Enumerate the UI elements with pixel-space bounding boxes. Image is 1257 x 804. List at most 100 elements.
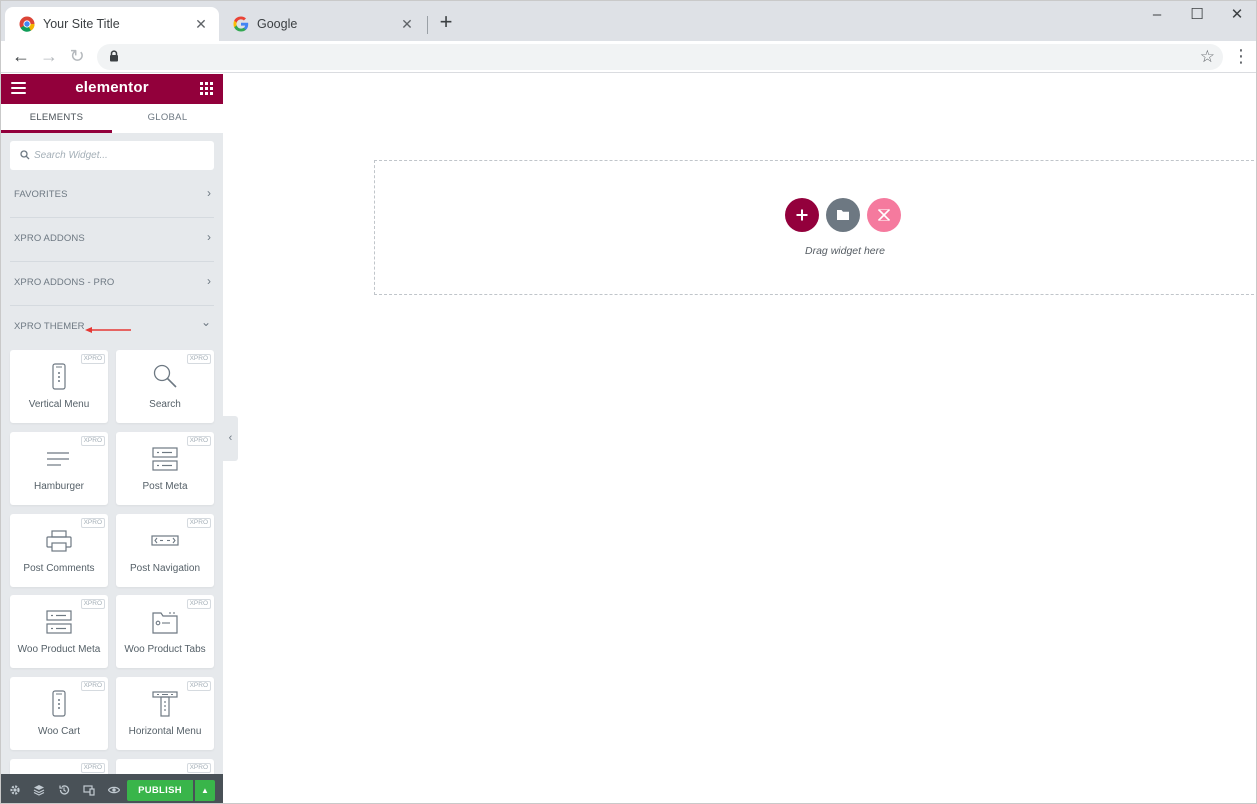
xpro-badge: XPRO (80, 763, 105, 773)
settings-gear-icon[interactable] (9, 784, 21, 796)
browser-toolbar: ← → ↻ ☆ ⋮ (1, 41, 1256, 73)
widget-label: Post Meta (142, 481, 188, 492)
tab-global[interactable]: GLOBAL (112, 104, 223, 133)
phone-icon (52, 690, 66, 717)
widget-post-meta[interactable]: XPRO Post Meta (116, 432, 214, 505)
responsive-mode-icon[interactable] (83, 784, 95, 796)
folder-tabs-icon (152, 612, 178, 634)
preview-eye-icon[interactable] (108, 784, 120, 796)
widget-search[interactable]: XPRO Search (116, 350, 214, 423)
forward-button[interactable]: → (38, 46, 60, 68)
add-template-button[interactable] (826, 198, 860, 232)
widget-post-navigation[interactable]: XPRO Post Navigation (116, 514, 214, 587)
add-section-button[interactable] (785, 198, 819, 232)
horizontal-menu-icon (152, 691, 178, 717)
tab-close-icon[interactable]: ✕ (399, 16, 415, 33)
minimize-button[interactable]: – (1137, 5, 1177, 27)
widget-label: Post Comments (23, 563, 95, 574)
address-bar[interactable]: ☆ (97, 44, 1223, 70)
bookmark-star-icon[interactable]: ☆ (1200, 46, 1215, 68)
widget-woo-product-tabs[interactable]: XPRO Woo Product Tabs (116, 595, 214, 668)
widget-hamburger[interactable]: XPRO Hamburger (10, 432, 108, 505)
xpro-badge: XPRO (80, 354, 105, 364)
widget-label: Vertical Menu (28, 399, 90, 410)
xpro-badge: XPRO (186, 518, 211, 528)
chevron-right-icon: › (207, 274, 211, 288)
history-icon[interactable] (58, 784, 70, 796)
xpro-badge: XPRO (186, 436, 211, 446)
navigation-icon (151, 535, 179, 546)
widget-vertical-menu[interactable]: XPRO Vertical Menu (10, 350, 108, 423)
publish-options-caret-icon[interactable]: ▲ (195, 780, 215, 801)
xpro-badge: XPRO (80, 681, 105, 691)
widget-label: Hamburger (33, 481, 85, 492)
browser-menu-icon[interactable]: ⋮ (1232, 46, 1250, 68)
panel-header: elementor (1, 74, 223, 104)
drag-widget-hint: Drag widget here (805, 245, 885, 257)
xpro-badge: XPRO (186, 354, 211, 364)
elementor-panel: elementor ELEMENTS GLOBAL FAVORITES › XP… (1, 74, 223, 803)
widget-label: Woo Product Meta (17, 644, 101, 655)
chevron-right-icon: › (207, 186, 211, 200)
layers-icon[interactable] (33, 784, 45, 796)
xpro-badge: XPRO (80, 518, 105, 528)
category-xpro-addons[interactable]: XPRO ADDONS › (1, 217, 223, 261)
tab-separator (427, 16, 428, 34)
widget-search (10, 141, 214, 170)
xpro-badge: XPRO (80, 436, 105, 446)
widget-woo-cart[interactable]: XPRO Woo Cart (10, 677, 108, 750)
search-widget-input[interactable] (34, 141, 204, 170)
post-meta-icon (152, 447, 178, 471)
category-label: XPRO ADDONS (14, 233, 85, 244)
plus-icon (796, 209, 808, 221)
widget-dropzone[interactable]: Drag widget here (374, 160, 1256, 295)
xpro-badge: XPRO (80, 599, 105, 609)
tab-title: Your Site Title (43, 17, 120, 31)
category-label: XPRO ADDONS - PRO (14, 277, 115, 288)
back-button[interactable]: ← (10, 46, 32, 68)
maximize-button[interactable]: ☐ (1177, 5, 1217, 27)
folder-icon (837, 210, 849, 220)
widgets-grid-icon[interactable] (200, 82, 213, 95)
widget-label: Woo Cart (37, 726, 81, 737)
publish-button[interactable]: PUBLISH (127, 780, 193, 801)
panel-footer: PUBLISH ▲ (1, 774, 223, 803)
xpro-badge: XPRO (186, 763, 211, 773)
widget-horizontal-menu[interactable]: XPRO Horizontal Menu (116, 677, 214, 750)
tab-title: Google (257, 17, 298, 31)
category-label: XPRO THEMER (14, 321, 85, 332)
hamburger-icon (47, 452, 69, 466)
search-icon (20, 150, 30, 160)
widget-label: Woo Product Tabs (124, 644, 206, 655)
tab-close-icon[interactable]: ✕ (193, 16, 209, 33)
tab-google[interactable]: Google ✕ (219, 7, 425, 41)
xpro-badge: XPRO (186, 599, 211, 609)
phone-icon (52, 363, 66, 390)
reload-button[interactable]: ↻ (66, 46, 88, 68)
category-xpro-addons-pro[interactable]: XPRO ADDONS - PRO › (1, 261, 223, 305)
widget-label: Search (149, 399, 181, 410)
xpro-templates-button[interactable] (867, 198, 901, 232)
close-window-button[interactable]: ✕ (1217, 5, 1256, 27)
lock-icon (110, 50, 118, 62)
widget-label: Horizontal Menu (128, 726, 202, 737)
red-arrow-annotation (85, 327, 131, 333)
widget-post-comments[interactable]: XPRO Post Comments (10, 514, 108, 587)
tab-your-site-title[interactable]: Your Site Title ✕ (5, 7, 219, 41)
widget-label: Post Navigation (129, 563, 201, 574)
chrome-icon (19, 16, 35, 32)
google-icon (233, 16, 249, 32)
category-label: FAVORITES (14, 189, 68, 200)
product-meta-icon (46, 610, 72, 634)
panel-collapse-handle[interactable]: ‹ (223, 416, 238, 461)
tab-elements[interactable]: ELEMENTS (1, 104, 112, 133)
new-tab-button[interactable]: + (434, 10, 458, 36)
xpro-badge: XPRO (186, 681, 211, 691)
tab-strip: Your Site Title ✕ Google ✕ + – ☐ ✕ (1, 1, 1256, 41)
panel-tabs: ELEMENTS GLOBAL (1, 104, 223, 133)
category-favorites[interactable]: FAVORITES › (1, 173, 223, 217)
search-icon (153, 364, 177, 388)
chevron-right-icon: › (207, 230, 211, 244)
widget-woo-product-meta[interactable]: XPRO Woo Product Meta (10, 595, 108, 668)
printer-icon (46, 530, 72, 552)
